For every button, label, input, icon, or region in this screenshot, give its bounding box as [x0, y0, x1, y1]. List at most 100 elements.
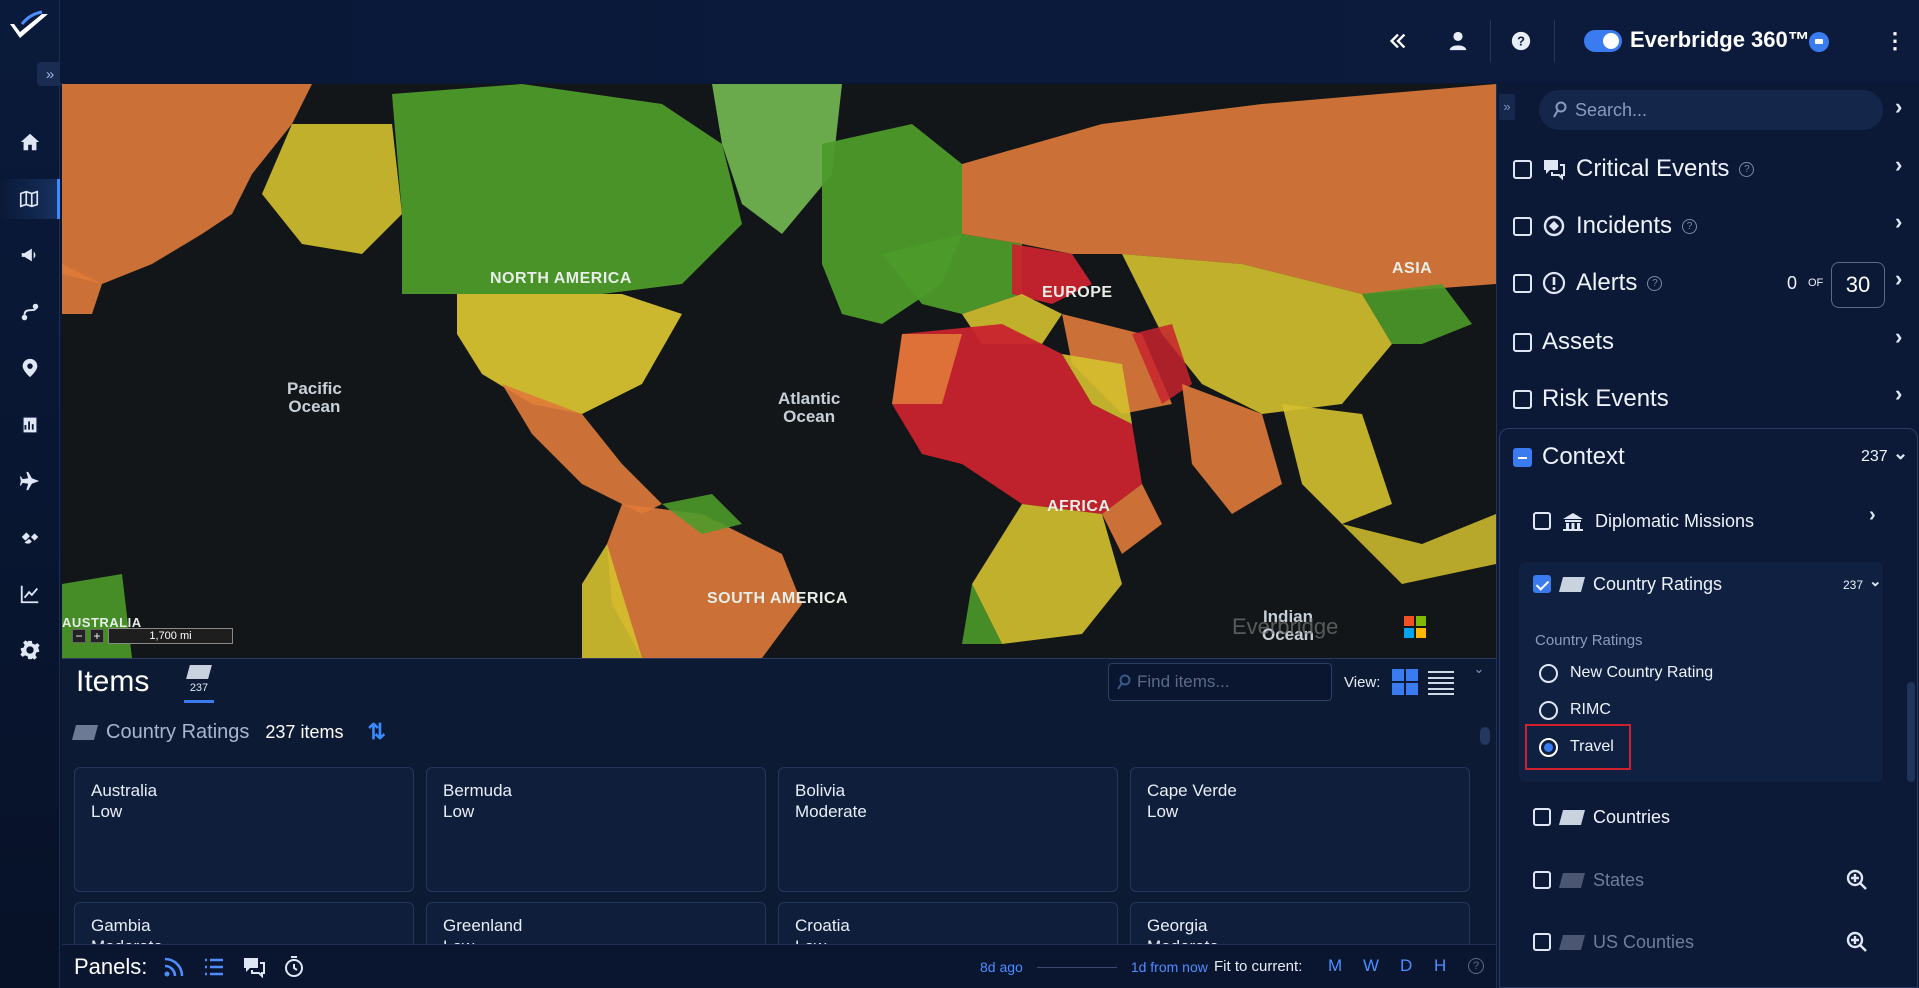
info-icon[interactable]: ?	[1647, 275, 1663, 291]
layer-label: Diplomatic Missions	[1595, 510, 1755, 531]
fit-day-button[interactable]: D	[1400, 956, 1412, 976]
alerts-limit-input[interactable]: 30	[1831, 262, 1885, 308]
info-icon[interactable]: ?	[1682, 218, 1698, 234]
collapse-panel-icon[interactable]: »	[1499, 94, 1515, 120]
items-tab-country-ratings[interactable]: 237	[184, 665, 214, 703]
pacific-line2: Ocean	[288, 397, 341, 416]
card-rating: Low	[1147, 802, 1179, 821]
fit-week-button[interactable]: W	[1363, 956, 1379, 976]
chevron-right-icon[interactable]: ›	[1869, 504, 1876, 527]
search-chevron-right-icon[interactable]: ›	[1895, 94, 1902, 120]
checkbox[interactable]	[1533, 512, 1551, 530]
timeline-end[interactable]: 1d from now	[1131, 959, 1208, 975]
layer-search-input[interactable]	[1575, 99, 1865, 121]
360-toggle[interactable]	[1584, 30, 1622, 52]
map-label-pacific: Pacific Ocean	[287, 380, 342, 416]
collapse-items-chevron-icon[interactable]: ⌄	[1468, 661, 1490, 681]
radio-new-country-rating[interactable]: New Country Rating	[1539, 658, 1713, 688]
chevron-down-icon[interactable]: ⌄	[1869, 572, 1882, 590]
info-icon[interactable]: ?	[1739, 161, 1755, 177]
layer-risk-events[interactable]: Risk Events	[1513, 379, 1669, 419]
chevron-right-icon[interactable]: ›	[1895, 209, 1902, 235]
layer-alerts[interactable]: Alerts ?	[1513, 263, 1663, 303]
layer-context[interactable]: Context	[1513, 437, 1625, 477]
checkbox[interactable]	[1513, 273, 1532, 293]
fit-month-button[interactable]: M	[1328, 956, 1342, 976]
nav-map-icon[interactable]	[0, 179, 60, 219]
nav-route-icon[interactable]	[0, 292, 60, 332]
checkbox[interactable]	[1513, 159, 1532, 179]
timer-icon[interactable]	[281, 954, 307, 980]
radio-button[interactable]	[1539, 700, 1558, 720]
checkbox-indeterminate[interactable]	[1513, 447, 1532, 467]
highlight-box	[1525, 724, 1631, 770]
chevron-down-icon[interactable]: ⌄	[1893, 443, 1908, 464]
nav-gear-icon[interactable]	[0, 630, 60, 670]
zoom-out-button[interactable]: −	[72, 629, 86, 643]
item-card[interactable]: Australia Low	[74, 767, 414, 892]
list-view-icon[interactable]	[1428, 671, 1454, 695]
layers-scrollbar[interactable]	[1907, 494, 1915, 974]
atlantic-line2: Ocean	[783, 407, 836, 426]
radio-button[interactable]	[1539, 663, 1558, 683]
checkbox[interactable]	[1513, 332, 1532, 352]
checkbox[interactable]	[1533, 933, 1551, 951]
item-card[interactable]: Bermuda Low	[426, 767, 766, 892]
sort-arrows-icon[interactable]: ⇅	[367, 719, 385, 745]
everbridge-logo[interactable]	[8, 10, 50, 44]
kebab-menu-icon[interactable]: ⋮	[1884, 28, 1906, 54]
help-icon[interactable]: ?	[1506, 26, 1536, 56]
layer-country-ratings[interactable]: Country Ratings	[1533, 564, 1722, 604]
zoom-in-icon[interactable]	[1845, 930, 1869, 954]
nav-line-chart-icon[interactable]	[0, 574, 60, 614]
checkbox-checked[interactable]	[1533, 575, 1551, 593]
layer-label: Countries	[1593, 806, 1671, 827]
grid-view-icon[interactable]	[1392, 669, 1418, 695]
panels-help-icon[interactable]: ?	[1468, 958, 1484, 974]
checkbox[interactable]	[1513, 389, 1532, 409]
layer-critical-events[interactable]: Critical Events ?	[1513, 149, 1755, 189]
chevron-right-icon[interactable]: ›	[1895, 324, 1902, 350]
chevron-right-icon[interactable]: ›	[1895, 152, 1902, 178]
layer-diplomatic-missions[interactable]: Diplomatic Missions	[1533, 501, 1754, 541]
nav-plane-icon[interactable]	[0, 461, 60, 501]
nav-home-icon[interactable]	[0, 122, 60, 162]
nav-location-pin-icon[interactable]	[0, 348, 60, 388]
layer-countries[interactable]: Countries	[1533, 797, 1670, 837]
nav-satellite-icon[interactable]	[0, 517, 60, 557]
checkbox[interactable]	[1533, 808, 1551, 826]
fit-hour-button[interactable]: H	[1434, 956, 1446, 976]
layer-states[interactable]: States	[1533, 860, 1644, 900]
layer-assets[interactable]: Assets	[1513, 322, 1614, 362]
collapse-double-chevron-left-icon[interactable]	[1383, 26, 1413, 56]
user-icon[interactable]	[1443, 26, 1473, 56]
chevron-right-icon[interactable]: ›	[1895, 381, 1902, 407]
layer-us-counties[interactable]: US Counties	[1533, 922, 1694, 962]
card-country: Australia	[91, 781, 158, 800]
card-rating: Low	[443, 802, 475, 821]
list-icon[interactable]	[201, 954, 227, 980]
layer-label: US Counties	[1593, 931, 1695, 952]
nav-megaphone-icon[interactable]	[0, 235, 60, 275]
fit-to-current-label: Fit to current:	[1214, 958, 1303, 975]
chat-bubbles-icon[interactable]	[241, 954, 267, 980]
item-card[interactable]: Bolivia Moderate	[778, 767, 1118, 892]
item-card[interactable]: Cape Verde Low	[1130, 767, 1470, 892]
find-items-input[interactable]	[1137, 672, 1317, 692]
radio-rimc[interactable]: RIMC	[1539, 695, 1611, 725]
checkbox[interactable]	[1533, 871, 1551, 889]
nav-report-icon[interactable]	[0, 405, 60, 445]
world-map[interactable]: NORTH AMERICA EUROPE ASIA AFRICA SOUTH A…	[62, 84, 1496, 658]
checkbox[interactable]	[1513, 216, 1532, 236]
zoom-in-icon[interactable]	[1845, 868, 1869, 892]
chevron-right-icon[interactable]: ›	[1895, 266, 1902, 292]
timeline-track[interactable]	[1036, 966, 1117, 968]
zoom-in-button[interactable]: +	[90, 629, 104, 643]
timeline-range[interactable]: 8d ago 1d from now	[980, 959, 1208, 975]
chat-badge-icon[interactable]	[1809, 32, 1829, 52]
search-pin-icon	[1553, 101, 1567, 118]
feed-icon[interactable]	[161, 954, 187, 980]
items-scrollbar[interactable]	[1479, 709, 1491, 941]
timeline-start[interactable]: 8d ago	[980, 959, 1023, 975]
layer-incidents[interactable]: Incidents ?	[1513, 206, 1698, 246]
